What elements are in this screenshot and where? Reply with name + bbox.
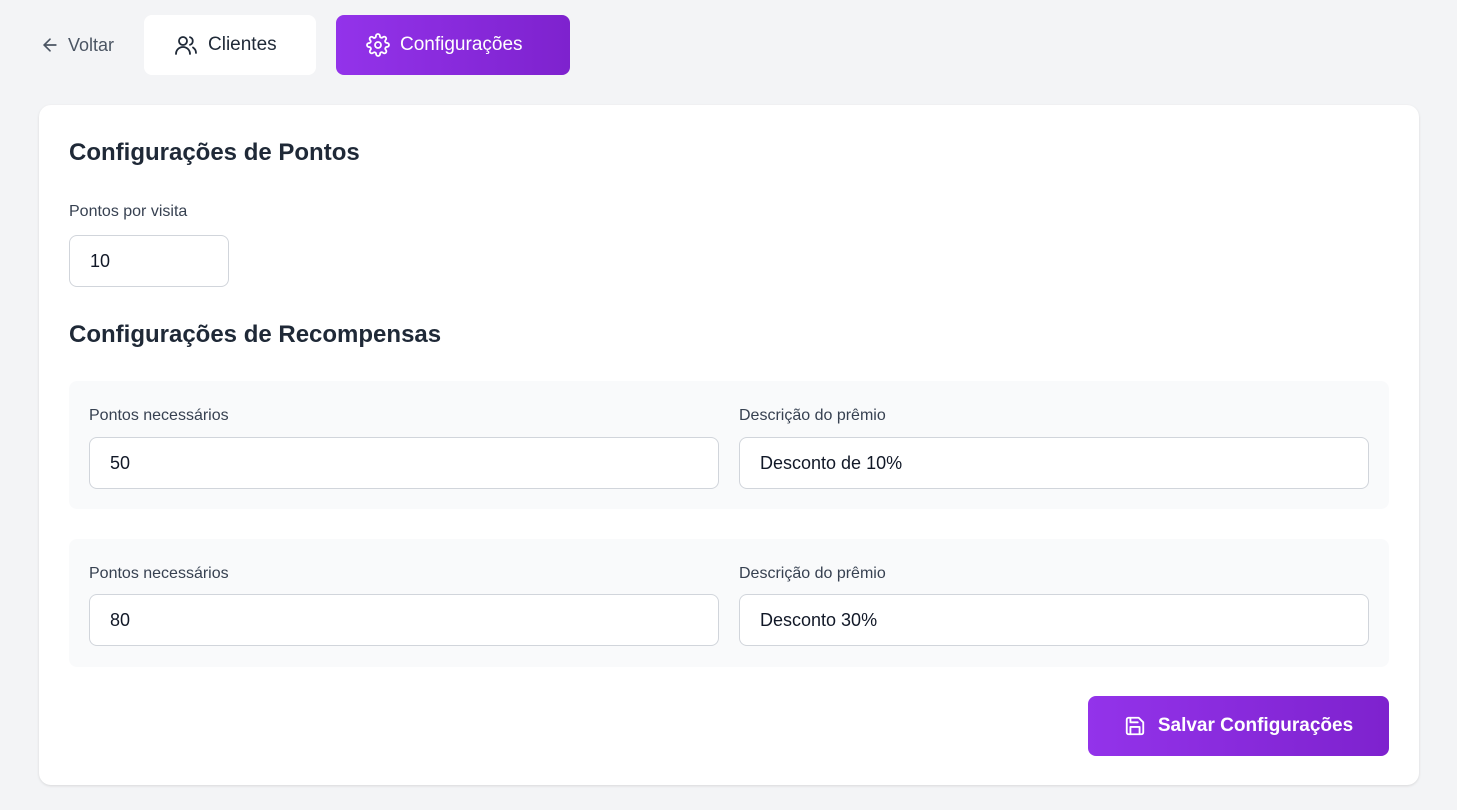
reward-description-input[interactable] bbox=[739, 594, 1369, 646]
save-settings-button[interactable]: Salvar Configurações bbox=[1088, 696, 1389, 756]
reward-points-label: Pontos necessários bbox=[89, 565, 229, 582]
reward-points-input[interactable] bbox=[89, 437, 719, 489]
reward-description-input[interactable] bbox=[739, 437, 1369, 489]
arrow-left-icon bbox=[43, 38, 57, 52]
back-link[interactable]: Voltar bbox=[40, 31, 114, 59]
reward-description-label: Descrição do prêmio bbox=[739, 407, 886, 424]
reward-description-label: Descrição do prêmio bbox=[739, 565, 886, 582]
reward-item: Pontos necessários Descrição do prêmio bbox=[69, 539, 1389, 667]
gear-icon bbox=[366, 33, 390, 57]
reward-points-label: Pontos necessários bbox=[89, 407, 229, 424]
back-link-label: Voltar bbox=[68, 34, 115, 55]
tab-configuracoes[interactable]: Configurações bbox=[336, 15, 570, 75]
rewards-section-title: Configurações de Recompensas bbox=[69, 321, 442, 348]
points-per-visit-input[interactable] bbox=[69, 235, 229, 287]
points-per-visit-label: Pontos por visita bbox=[69, 203, 188, 220]
tab-clientes-label: Clientes bbox=[208, 34, 277, 55]
save-settings-button-label: Salvar Configurações bbox=[1157, 715, 1354, 736]
tab-clientes[interactable]: Clientes bbox=[144, 15, 316, 75]
reward-item: Pontos necessários Descrição do prêmio bbox=[69, 381, 1389, 509]
tab-configuracoes-label: Configurações bbox=[400, 34, 523, 55]
reward-points-input[interactable] bbox=[89, 594, 719, 646]
points-section-title: Configurações de Pontos bbox=[69, 139, 360, 166]
save-icon bbox=[1125, 716, 1144, 736]
settings-card: Configurações de Pontos Pontos por visit… bbox=[39, 105, 1419, 785]
users-icon bbox=[175, 36, 197, 55]
top-navigation: Voltar Clientes Configurações bbox=[0, 0, 1457, 90]
